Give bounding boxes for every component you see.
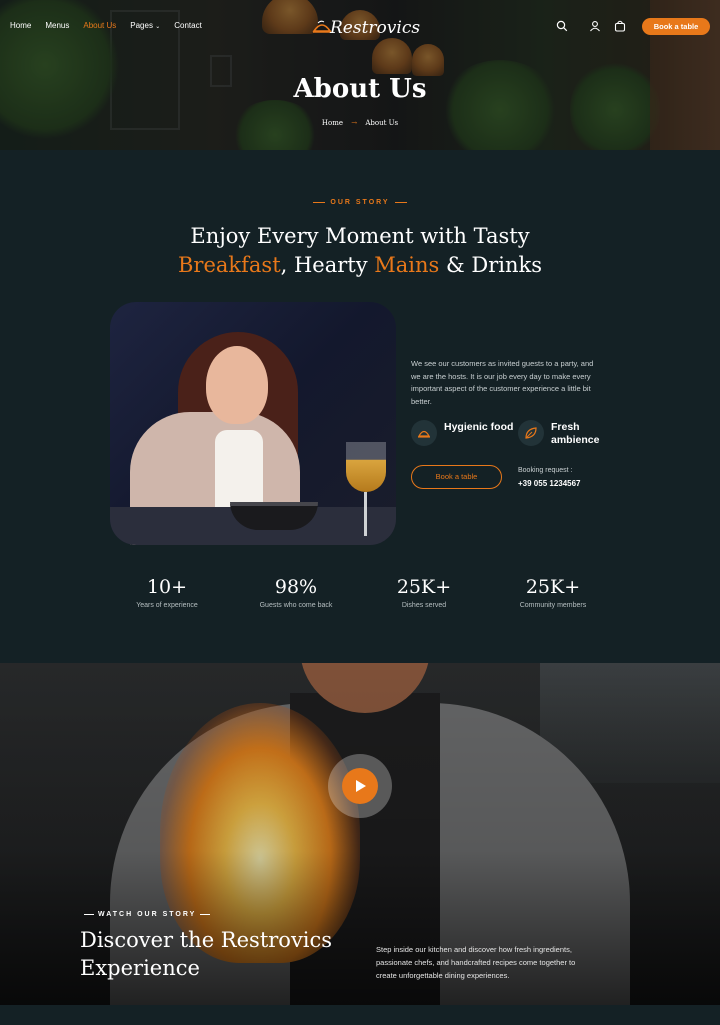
breadcrumb-current: About Us [365, 119, 399, 127]
story-eyebrow-label: OUR STORY [330, 199, 390, 206]
booking-phone[interactable]: +39 055 1234567 [518, 479, 581, 488]
logo-text: Restrovics [330, 18, 421, 38]
breadcrumb: Home → About Us [0, 119, 720, 127]
video-eyebrow: WATCH OUR STORY [80, 911, 214, 918]
eyebrow-line [313, 201, 326, 203]
book-table-outline-button[interactable]: Book a table [411, 465, 502, 489]
shopping-bag-icon[interactable] [614, 20, 626, 32]
brand-logo[interactable]: Restrovics [312, 14, 420, 42]
booking-label: Booking request : [518, 467, 573, 474]
cloche-icon [417, 430, 431, 438]
feature-icon-wrap [411, 420, 437, 446]
video-eyebrow-label: WATCH OUR STORY [98, 911, 197, 918]
search-icon[interactable] [556, 20, 568, 32]
play-icon [356, 780, 366, 792]
photo-shape [206, 346, 268, 424]
nav-link-about[interactable]: About Us [83, 21, 116, 30]
feature-icon-wrap [518, 420, 544, 446]
leaf-icon [525, 427, 537, 439]
breadcrumb-home[interactable]: Home [322, 119, 343, 127]
feature-label: Hygienic food [444, 421, 514, 433]
story-heading: Enjoy Every Moment with Tasty Breakfast,… [0, 222, 720, 280]
story-heading-line2: Breakfast, Hearty Mains & Drinks [0, 251, 720, 280]
nav-link-contact[interactable]: Contact [174, 21, 202, 30]
stat-value: 98% [274, 576, 318, 598]
arrow-right-icon: → [351, 119, 358, 127]
nav-link-pages-label: Pages [130, 21, 153, 30]
stat-caption: Community members [519, 602, 587, 609]
nav-link-home[interactable]: Home [10, 21, 31, 30]
stat-value: 25K+ [396, 576, 452, 598]
stat-community: 25K+ Community members [488, 576, 618, 609]
hero-banner: Home Menus About Us Pages ⌄ Contact Rest… [0, 0, 720, 150]
stat-guests: 98% Guests who come back [231, 576, 361, 609]
page-title: About Us [293, 74, 427, 104]
stat-dishes: 25K+ Dishes served [359, 576, 489, 609]
play-video-button[interactable] [328, 754, 392, 818]
heading-end: & Drinks [439, 253, 542, 277]
highlight-breakfast: Breakfast [177, 253, 281, 277]
stat-caption: Guests who come back [259, 602, 333, 609]
eyebrow-line [394, 201, 407, 203]
footer-strip [0, 1005, 720, 1025]
story-intro-text: We see our customers as invited guests t… [411, 359, 594, 407]
nav-links: Home Menus About Us Pages ⌄ Contact [10, 21, 216, 30]
book-table-button[interactable]: Book a table [642, 18, 710, 35]
video-title: Discover the Restrovics Experience [80, 928, 333, 980]
stat-value: 10+ [146, 576, 188, 598]
top-navigation: Home Menus About Us Pages ⌄ Contact Rest… [0, 0, 720, 52]
cloche-logo-icon [312, 20, 332, 33]
stat-caption: Dishes served [401, 602, 447, 609]
nav-link-pages[interactable]: Pages ⌄ [130, 21, 160, 30]
story-eyebrow: OUR STORY [0, 199, 720, 206]
play-button-core [342, 768, 378, 804]
video-section: WATCH OUR STORY Discover the Restrovics … [0, 663, 720, 1005]
feature-label: Fresh ambience [551, 421, 600, 446]
stat-value: 25K+ [525, 576, 581, 598]
chevron-down-icon: ⌄ [155, 24, 161, 30]
eyebrow-line [200, 913, 211, 915]
highlight-mains: Mains [374, 253, 440, 277]
photo-shape [346, 442, 386, 492]
our-story-section: OUR STORY Enjoy Every Moment with Tasty … [0, 150, 720, 663]
stat-years: 10+ Years of experience [102, 576, 232, 609]
story-heading-line1: Enjoy Every Moment with Tasty [190, 224, 530, 248]
photo-shape [364, 492, 367, 536]
stat-caption: Years of experience [136, 602, 198, 609]
story-photo [110, 302, 396, 545]
nav-link-menus[interactable]: Menus [45, 21, 69, 30]
eyebrow-line [84, 913, 94, 915]
user-icon[interactable] [589, 20, 601, 32]
heading-mid: , Hearty [280, 253, 375, 277]
video-description: Step inside our kitchen and discover how… [376, 945, 576, 980]
